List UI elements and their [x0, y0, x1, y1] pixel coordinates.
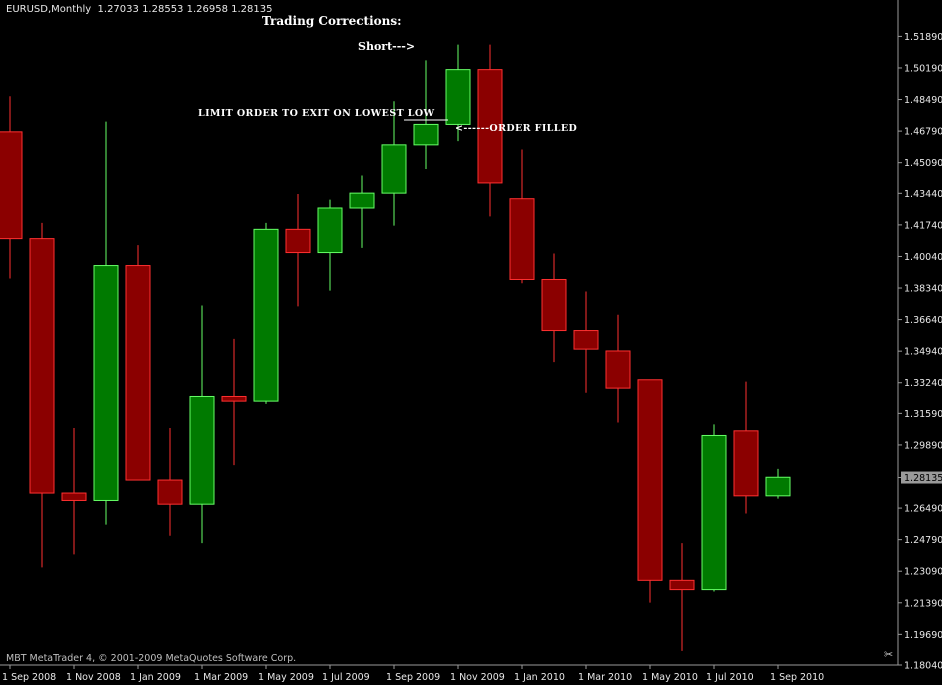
candle-body [285, 228, 311, 254]
y-tick-label: 1.50190 [904, 63, 942, 74]
candle-body [381, 144, 407, 194]
candle-body [541, 278, 567, 332]
chart-title: EURUSD,Monthly 1.27033 1.28553 1.26958 1… [6, 4, 272, 15]
annotation-order-filled: <------ORDER FILLED [455, 123, 578, 134]
candle-body [765, 476, 791, 497]
candle [573, 291, 599, 393]
candle [637, 379, 663, 603]
x-tick-label: 1 Sep 2010 [770, 672, 824, 683]
candle-body [733, 430, 759, 497]
candle [253, 222, 279, 404]
candle [541, 253, 567, 363]
x-tick-label: 1 Jan 2010 [514, 672, 565, 683]
annotation-title: Trading Corrections: [262, 14, 402, 28]
candle-body [701, 434, 727, 591]
y-tick-label: 1.38340 [904, 284, 942, 295]
candlestick-chart: 1.51890 1.50190 1.48490 1.46790 1.45090 1.434… [0, 0, 942, 683]
candle [61, 428, 87, 555]
candle-body [573, 330, 599, 350]
candle [29, 222, 55, 568]
candle [349, 175, 375, 248]
symbol-label: EURUSD,Monthly [6, 4, 92, 15]
x-tick-label: 1 Sep 2008 [2, 672, 56, 683]
y-tick-label: 1.31590 [904, 409, 942, 420]
y-tick-label: 1.36640 [904, 315, 942, 326]
y-tick-label: 1.34940 [904, 347, 942, 358]
candle-body [605, 350, 631, 389]
x-tick-label: 1 Nov 2008 [66, 672, 121, 683]
x-tick-label: 1 Jan 2009 [130, 672, 181, 683]
y-tick-label: 1.26490 [904, 504, 942, 515]
shift-chart-icon[interactable]: ✂ [884, 648, 893, 661]
y-tick-label: 1.29890 [904, 440, 942, 451]
candle [765, 468, 791, 499]
x-tick-label: 1 Mar 2009 [194, 672, 248, 683]
candle [189, 305, 215, 544]
candle [317, 199, 343, 291]
x-tick-label: 1 Jul 2009 [322, 672, 370, 683]
x-tick-label: 1 Sep 2009 [386, 672, 440, 683]
candle [733, 381, 759, 514]
candle-body [29, 238, 55, 494]
x-tick-label: 1 May 2010 [642, 672, 698, 683]
candle-body [509, 198, 535, 280]
y-tick-label: 1.48490 [904, 95, 942, 106]
candle [669, 543, 695, 651]
candle-body [317, 207, 343, 254]
candle-body [349, 192, 375, 209]
candle-body [445, 69, 471, 125]
candle-body [61, 492, 87, 501]
copyright-footer: MBT MetaTrader 4, © 2001-2009 MetaQuotes… [6, 653, 297, 664]
candle-body [637, 379, 663, 581]
candle-body [253, 228, 279, 402]
candle-body [413, 123, 439, 146]
candle [221, 338, 247, 466]
candles-layer [0, 44, 791, 651]
y-tick-label: 1.41740 [904, 220, 942, 231]
candle [93, 121, 119, 525]
candle-body [669, 579, 695, 591]
x-tick-label: 1 May 2009 [258, 672, 314, 683]
y-tick-label: 1.28135 [904, 473, 942, 484]
y-tick-label: 1.43440 [904, 189, 942, 200]
annotation-short: Short---> [358, 40, 416, 53]
candle-body [157, 479, 183, 505]
y-tick-label: 1.33240 [904, 378, 942, 389]
y-tick-label: 1.19690 [904, 630, 942, 641]
y-tick-label: 1.40040 [904, 252, 942, 263]
candle [509, 149, 535, 284]
candle [0, 96, 23, 279]
y-tick-label: 1.45090 [904, 158, 942, 169]
y-tick-label: 1.51890 [904, 32, 942, 43]
candle [701, 424, 727, 592]
x-tick-label: 1 Nov 2009 [450, 672, 505, 683]
y-tick-label: 1.23090 [904, 567, 942, 578]
x-tick-label: 1 Jul 2010 [706, 672, 754, 683]
candle-body [221, 395, 247, 402]
y-tick-label: 1.24790 [904, 535, 942, 546]
candle-body [189, 395, 215, 505]
candle [285, 194, 311, 307]
candle-body [93, 265, 119, 501]
candle-body [0, 131, 23, 240]
candle [605, 314, 631, 423]
x-tick-label: 1 Mar 2010 [578, 672, 632, 683]
ohlc-values: 1.27033 1.28553 1.26958 1.28135 [97, 4, 273, 15]
candle-body [125, 265, 151, 481]
candle [125, 245, 151, 481]
annotation-limit-order: LIMIT ORDER TO EXIT ON LOWEST LOW [198, 108, 435, 119]
candle [381, 101, 407, 226]
y-tick-label: 1.18040 [904, 661, 942, 672]
candle [157, 428, 183, 536]
y-tick-label: 1.46790 [904, 127, 942, 138]
y-tick-label: 1.21390 [904, 598, 942, 609]
